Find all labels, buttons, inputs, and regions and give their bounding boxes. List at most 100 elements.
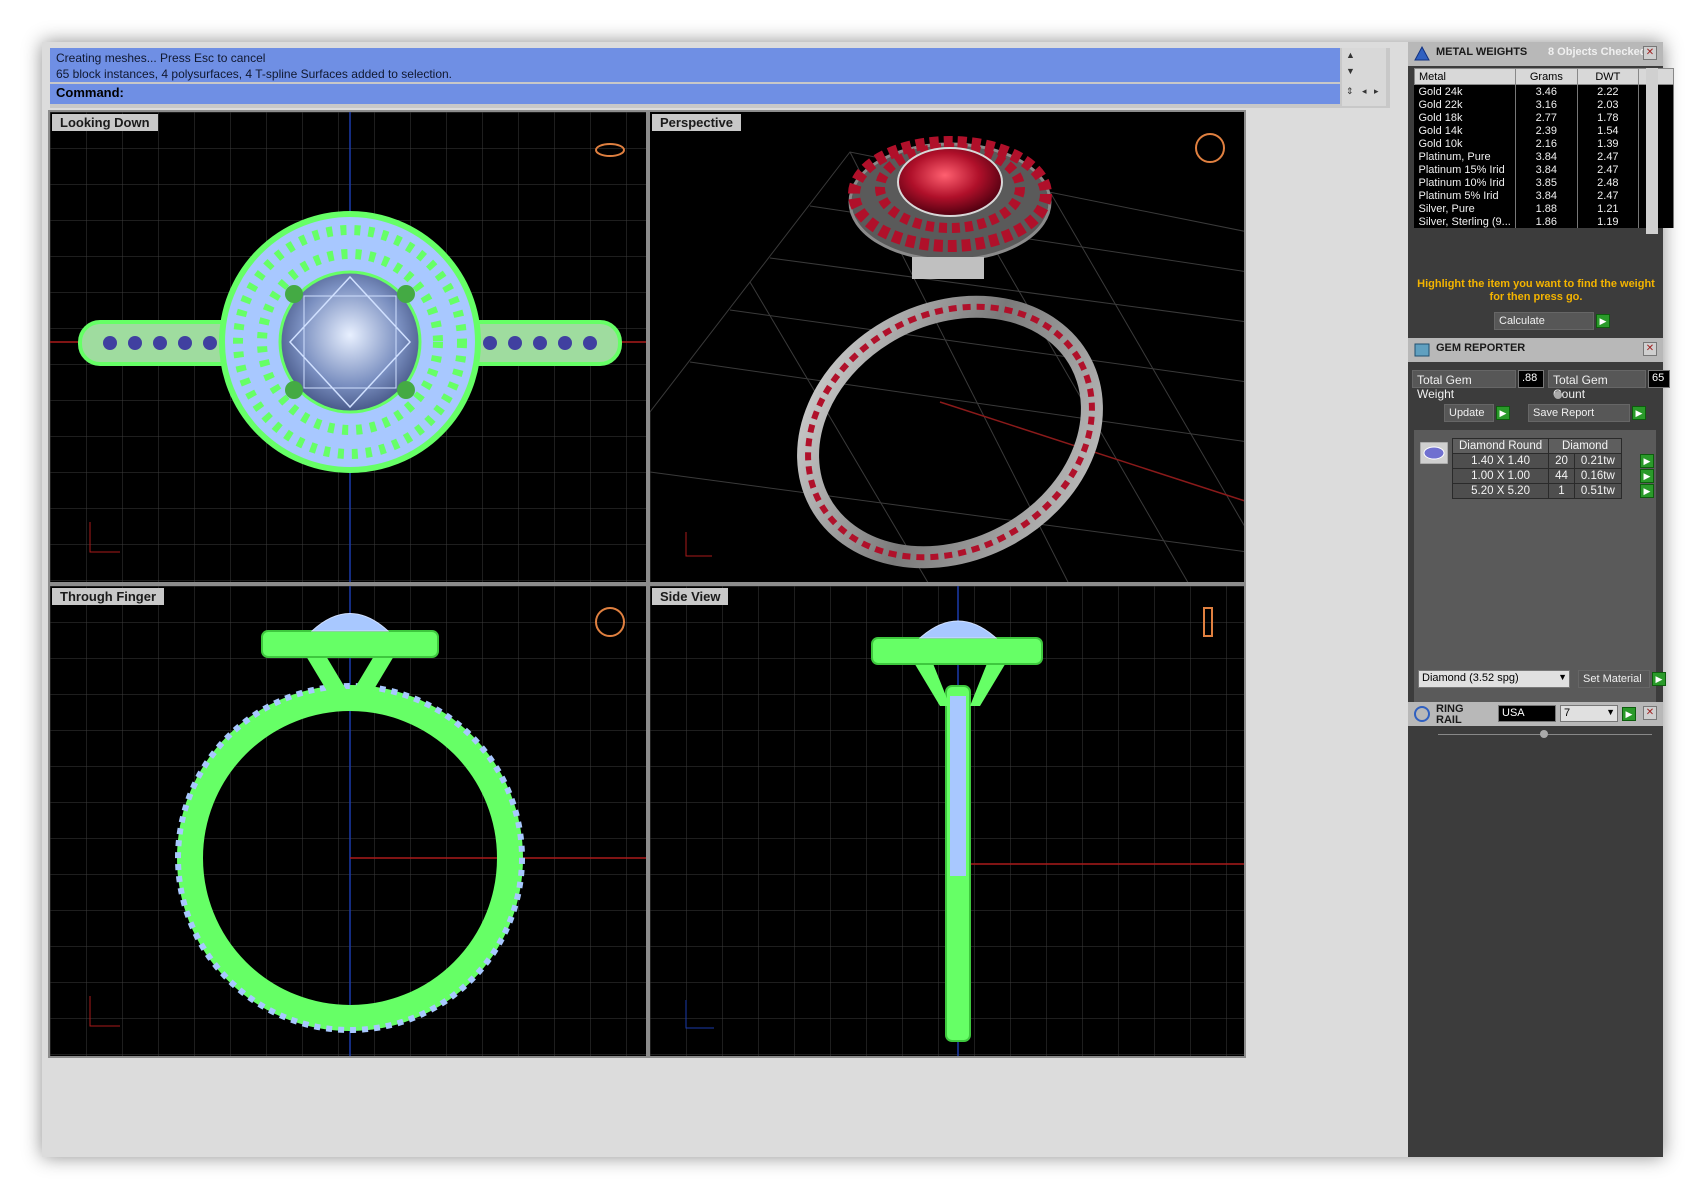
grams: 3.46 <box>1515 84 1578 98</box>
table-row[interactable]: Platinum, Pure 3.84 2.47 <box>1414 150 1675 163</box>
viewport-title[interactable]: Side View <box>652 588 729 605</box>
gem-weight: 0.16tw <box>1573 468 1622 484</box>
top-view-canvas <box>50 112 646 582</box>
metal-name: Gold 10k <box>1414 137 1516 150</box>
update-button[interactable]: Update <box>1444 404 1494 422</box>
go-icon[interactable]: ▶ <box>1596 314 1610 328</box>
command-scrollbar[interactable]: ▲ ▼ ⇕ ◂ ▸ <box>1342 48 1386 106</box>
history-line: Creating meshes... Press Esc to cancel <box>56 51 266 65</box>
gem-size: 1.40 X 1.40 <box>1451 453 1550 469</box>
metal-weights-titlebar: METAL WEIGHTS 8 Objects Checked ✕ <box>1408 42 1663 66</box>
viewport-title[interactable]: Through Finger <box>52 588 165 605</box>
close-icon[interactable]: ✕ <box>1643 342 1657 356</box>
country-select[interactable]: USA <box>1498 705 1556 722</box>
arrow-left-icon[interactable]: ◂ <box>1362 86 1367 97</box>
command-label: Command: <box>56 85 124 100</box>
table-row[interactable]: Silver, Sterling (9... 1.86 1.19 <box>1414 215 1675 228</box>
dwt: 1.54 <box>1577 124 1639 137</box>
column-header[interactable]: Grams <box>1514 68 1578 85</box>
spin-icon[interactable]: ⇕ <box>1346 86 1354 97</box>
close-icon[interactable]: ✕ <box>1643 706 1657 720</box>
metal-name: Gold 18k <box>1414 111 1516 124</box>
viewport-perspective[interactable]: Perspective <box>648 110 1246 584</box>
set-material-button[interactable]: Set Material <box>1578 670 1650 688</box>
table-row[interactable]: Gold 10k 2.16 1.39 <box>1414 137 1675 150</box>
table-row[interactable]: 5.20 X 5.20 1 0.51tw <box>1451 483 1622 499</box>
table-row[interactable]: 1.40 X 1.40 20 0.21tw <box>1451 453 1622 469</box>
metal-weights-table: Metal Grams DWT Gold 24k 3.46 2.22 Gold 22… <box>1414 68 1675 228</box>
ring-size-select[interactable]: 7 ▼ <box>1560 705 1618 722</box>
scroll-up-icon[interactable]: ▲ <box>1346 50 1355 60</box>
dwt: 2.47 <box>1577 150 1639 163</box>
objects-checked-status: 8 Objects Checked <box>1548 46 1647 58</box>
metal-name: Gold 14k <box>1414 124 1516 137</box>
material-value: Diamond (3.52 spg) <box>1422 672 1519 684</box>
metal-weights-list[interactable]: Metal Grams DWT Gold 24k 3.46 2.22 Gold 22… <box>1414 68 1676 228</box>
gem-reporter-title: GEM REPORTER <box>1436 342 1526 354</box>
dwt: 1.78 <box>1577 111 1639 124</box>
command-history: Creating meshes... Press Esc to cancel 6… <box>50 48 1340 82</box>
viewport-title[interactable]: Looking Down <box>52 114 158 131</box>
table-row[interactable]: Gold 14k 2.39 1.54 <box>1414 124 1675 137</box>
gem-weight: 0.51tw <box>1573 483 1622 499</box>
gem-weight: 0.21tw <box>1573 453 1622 469</box>
go-icon[interactable]: ▶ <box>1640 484 1654 498</box>
side-view-canvas <box>650 586 1244 1056</box>
table-row[interactable]: Silver, Pure 1.88 1.21 <box>1414 202 1675 215</box>
grams: 2.39 <box>1515 124 1578 137</box>
go-icon[interactable]: ▶ <box>1632 406 1646 420</box>
ring-rail-titlebar: RING RAIL USA 7 ▼ ▶ ✕ <box>1408 702 1663 726</box>
total-gem-count-value: 65 <box>1648 370 1670 388</box>
viewport-looking-down[interactable]: Looking Down <box>48 110 648 584</box>
app-window: Creating meshes... Press Esc to cancel 6… <box>42 42 1675 1157</box>
viewport-through-finger[interactable]: Through Finger <box>48 584 648 1058</box>
table-row[interactable]: 1.00 X 1.00 44 0.16tw <box>1451 468 1622 484</box>
grams: 3.84 <box>1515 163 1578 176</box>
go-icon[interactable]: ▶ <box>1622 707 1636 721</box>
ring-rail-slider-handle[interactable] <box>1540 730 1548 738</box>
arrow-right-icon[interactable]: ▸ <box>1374 86 1379 97</box>
metal-list-scrollbar[interactable] <box>1646 68 1658 234</box>
total-gem-weight-value: .88 <box>1518 370 1544 388</box>
total-gem-count-label: Total Gem Count <box>1548 370 1646 401</box>
viewport-title[interactable]: Perspective <box>652 114 741 131</box>
table-row[interactable]: Platinum 5% Irid 3.84 2.47 <box>1414 189 1675 202</box>
metal-name: Silver, Pure <box>1414 202 1516 215</box>
metal-name: Platinum, Pure <box>1414 150 1516 163</box>
dwt: 2.03 <box>1577 98 1639 111</box>
chevron-down-icon[interactable]: ▼ <box>1606 707 1615 717</box>
splitter-handle[interactable] <box>1554 391 1562 399</box>
table-row[interactable]: Platinum 10% Irid 3.85 2.48 <box>1414 176 1675 189</box>
column-header[interactable]: DWT <box>1576 68 1639 85</box>
diamond-icon <box>1420 442 1448 464</box>
grams: 3.84 <box>1515 189 1578 202</box>
grams: 1.88 <box>1515 202 1578 215</box>
calculate-button[interactable]: Calculate <box>1494 312 1594 330</box>
gem-size: 5.20 X 5.20 <box>1451 483 1550 499</box>
go-icon[interactable]: ▶ <box>1640 454 1654 468</box>
grams: 2.16 <box>1515 137 1578 150</box>
go-icon[interactable]: ▶ <box>1652 672 1666 686</box>
table-row[interactable]: Gold 18k 2.77 1.78 <box>1414 111 1675 124</box>
dwt: 2.47 <box>1577 163 1639 176</box>
table-row[interactable]: Platinum 15% Irid 3.84 2.47 <box>1414 163 1675 176</box>
table-row[interactable]: Gold 22k 3.16 2.03 <box>1414 98 1675 111</box>
dwt: 1.19 <box>1577 215 1639 228</box>
viewport-side-view[interactable]: Side View <box>648 584 1246 1058</box>
go-icon[interactable]: ▶ <box>1640 469 1654 483</box>
dwt: 2.47 <box>1577 189 1639 202</box>
ring-rail-title: RING RAIL <box>1436 703 1464 726</box>
scroll-down-icon[interactable]: ▼ <box>1346 66 1355 76</box>
chevron-down-icon[interactable]: ▼ <box>1558 672 1567 682</box>
column-header[interactable]: Metal <box>1414 68 1516 85</box>
material-select[interactable]: Diamond (3.52 spg) ▼ <box>1418 670 1570 688</box>
table-row[interactable]: Gold 24k 3.46 2.22 <box>1414 84 1675 98</box>
gem-table: Diamond Round Diamond 1.40 X 1.40 20 0.21t… <box>1451 438 1622 499</box>
history-line: 65 block instances, 4 polysurfaces, 4 T-… <box>56 67 453 81</box>
close-icon[interactable]: ✕ <box>1643 46 1657 60</box>
command-area: Creating meshes... Press Esc to cancel 6… <box>50 48 1390 108</box>
save-report-button[interactable]: Save Report <box>1528 404 1630 422</box>
command-line[interactable]: Command: <box>50 84 1340 104</box>
gem-reporter-titlebar: GEM REPORTER ✕ <box>1408 338 1663 362</box>
go-icon[interactable]: ▶ <box>1496 406 1510 420</box>
